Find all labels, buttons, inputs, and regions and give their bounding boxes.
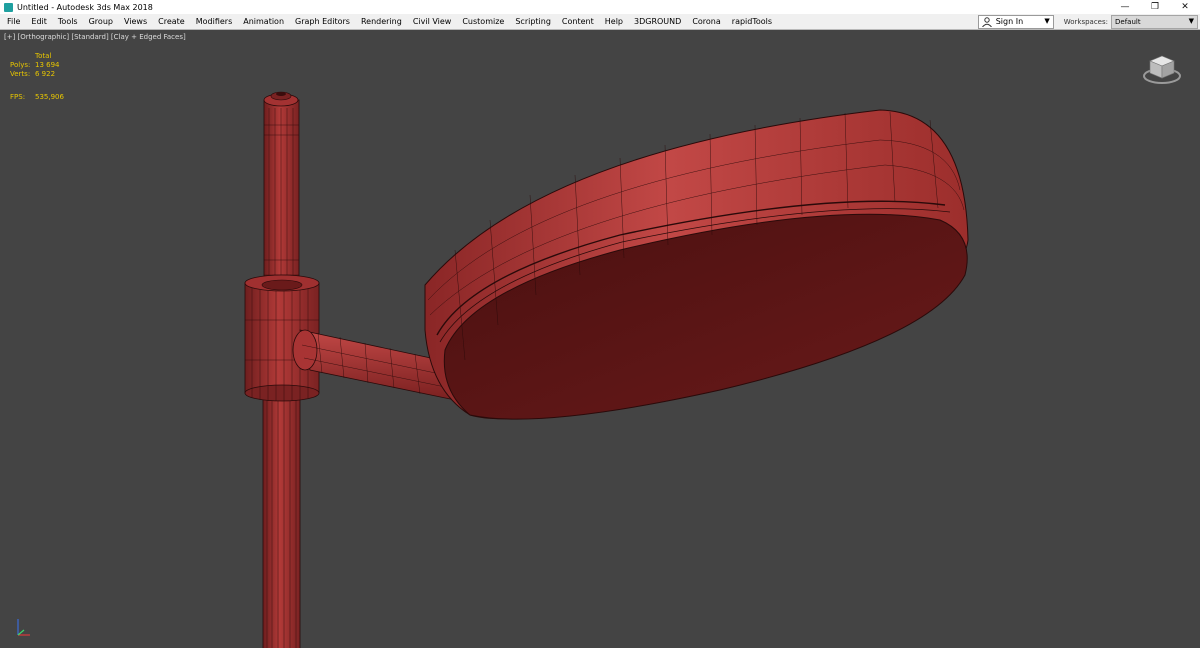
axis-tripod-icon <box>17 619 30 636</box>
menu-corona[interactable]: Corona <box>686 14 725 29</box>
menu-tools[interactable]: Tools <box>52 14 83 29</box>
menu-views[interactable]: Views <box>118 14 152 29</box>
sign-in-label: Sign In <box>995 17 1024 26</box>
menu-bar: File Edit Tools Group Views Create Modif… <box>0 14 1200 30</box>
verts-value: 6 922 <box>35 70 56 78</box>
window-controls: — ❐ ✕ <box>1110 0 1200 14</box>
lower-pole <box>262 394 301 648</box>
menu-graph-editors[interactable]: Graph Editors <box>289 14 355 29</box>
restore-button[interactable]: ❐ <box>1140 0 1170 14</box>
chevron-down-icon: ▼ <box>1044 16 1050 25</box>
workspace-value: Default <box>1115 17 1141 26</box>
fps-value: 535,906 <box>35 93 64 101</box>
close-button[interactable]: ✕ <box>1170 0 1200 14</box>
menu-animation[interactable]: Animation <box>237 14 289 29</box>
menu-civil-view[interactable]: Civil View <box>407 14 457 29</box>
polys-value: 13 694 <box>35 61 60 69</box>
menu-rapidtools[interactable]: rapidTools <box>726 14 777 29</box>
3ds-max-app-icon <box>4 2 13 12</box>
menu-rendering[interactable]: Rendering <box>355 14 407 29</box>
title-bar: Untitled - Autodesk 3ds Max 2018 — ❐ ✕ <box>0 0 1200 14</box>
scene-canvas[interactable] <box>0 30 1200 648</box>
perspective-viewport[interactable]: [+] [Orthographic] [Standard] [Clay + Ed… <box>0 30 1200 648</box>
stats-verts-row: Verts: 6 922 <box>10 70 64 79</box>
stats-fps-row: FPS: 535,906 <box>10 93 64 102</box>
menu-modifiers[interactable]: Modifiers <box>190 14 238 29</box>
menu-group[interactable]: Group <box>83 14 118 29</box>
menu-edit[interactable]: Edit <box>25 14 52 29</box>
minimize-button[interactable]: — <box>1110 0 1140 14</box>
menu-customize[interactable]: Customize <box>456 14 509 29</box>
upper-pole <box>263 91 300 291</box>
scene-statistics: Total Polys: 13 694 Verts: 6 922 FPS: 53… <box>10 52 64 102</box>
polys-label: Polys: <box>10 61 31 69</box>
chevron-down-icon: ▼ <box>1188 16 1194 25</box>
lamp-head <box>424 109 969 420</box>
verts-label: Verts: <box>10 70 31 78</box>
menu-create[interactable]: Create <box>152 14 190 29</box>
workspace-select[interactable]: Default ▼ <box>1111 14 1198 29</box>
viewcube-icon[interactable] <box>1142 52 1182 88</box>
stats-total-label: Total <box>35 52 52 60</box>
menu-content[interactable]: Content <box>556 14 599 29</box>
sign-in-dropdown[interactable]: Sign In ▼ <box>977 14 1054 29</box>
menu-file[interactable]: File <box>0 14 25 29</box>
menu-help[interactable]: Help <box>599 14 628 29</box>
workspaces-label: Workspaces: <box>1063 17 1108 26</box>
user-icon <box>981 16 993 27</box>
stats-polys-row: Polys: 13 694 <box>10 61 64 70</box>
fps-label: FPS: <box>10 93 26 101</box>
menu-scripting[interactable]: Scripting <box>509 14 556 29</box>
menu-3dground[interactable]: 3DGROUND <box>628 14 686 29</box>
window-title: Untitled - Autodesk 3ds Max 2018 <box>17 2 153 12</box>
viewport-label[interactable]: [+] [Orthographic] [Standard] [Clay + Ed… <box>4 33 186 41</box>
app-window: Untitled - Autodesk 3ds Max 2018 — ❐ ✕ F… <box>0 0 1200 648</box>
